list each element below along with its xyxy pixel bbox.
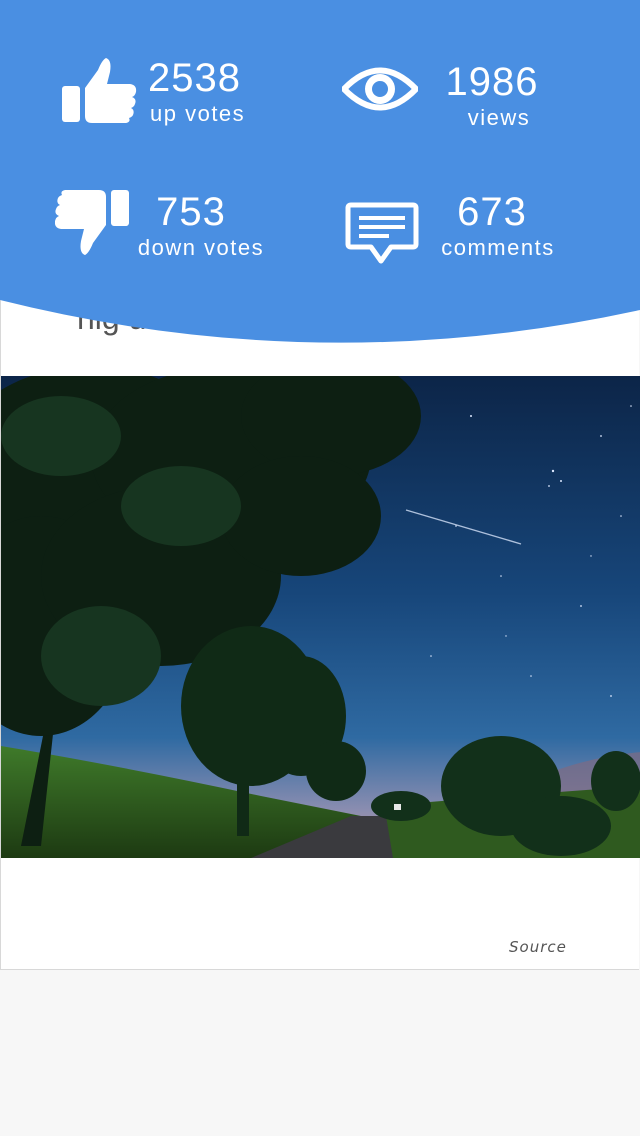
comments-label: comments (441, 235, 555, 260)
down-votes-stat: 753 down votes (126, 190, 276, 262)
night-sky-photo (1, 376, 640, 858)
comment-bubble-icon[interactable] (345, 202, 419, 266)
source-link[interactable]: Source (509, 938, 567, 956)
up-votes-stat: 2538 up votes (140, 56, 260, 128)
stats-banner: 2538 up votes 1986 views 753 down votes (0, 0, 640, 345)
comments-stat: 673 comments (428, 190, 568, 262)
down-votes-label: down votes (137, 235, 265, 260)
down-votes-count: 753 (156, 190, 226, 234)
up-votes-count: 2538 (148, 56, 241, 100)
post-photo[interactable] (1, 376, 640, 858)
eye-icon[interactable] (342, 64, 418, 114)
thumbs-down-icon[interactable] (55, 190, 131, 256)
thumbs-up-icon[interactable] (62, 58, 138, 124)
banner-background (0, 0, 640, 343)
views-label: views (467, 105, 531, 130)
app-screen: nig u... (0, 0, 640, 1136)
comments-count: 673 (457, 190, 527, 234)
views-count: 1986 (445, 60, 539, 104)
views-stat: 1986 views (432, 60, 552, 132)
up-votes-label: up votes (150, 101, 246, 126)
